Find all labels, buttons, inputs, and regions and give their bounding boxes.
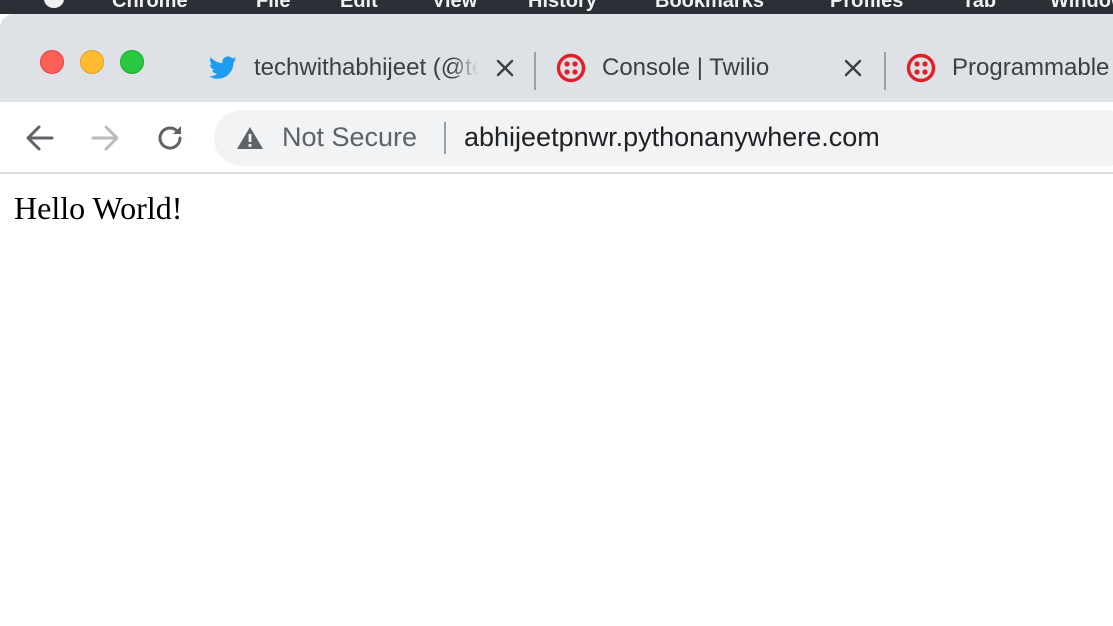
- page-body-text: Hello World!: [14, 190, 183, 226]
- browser-window: techwithabhijeet (@techwithabhijeet) / T…: [0, 14, 1113, 626]
- address-bar[interactable]: Not Secure abhijeetpnwr.pythonanywhere.c…: [214, 110, 1113, 166]
- arrow-right-icon: [91, 125, 119, 151]
- tab-twitter[interactable]: techwithabhijeet (@techwithabhijeet) / T…: [208, 42, 528, 94]
- back-button[interactable]: [22, 120, 58, 156]
- menu-bookmarks[interactable]: Bookmarks: [655, 0, 764, 13]
- forward-button[interactable]: [87, 120, 123, 156]
- tab-title: Console | Twilio: [602, 54, 770, 81]
- tab-separator: [884, 52, 886, 90]
- tab-close-icon[interactable]: [492, 55, 518, 81]
- twitter-bird-icon: [208, 53, 238, 83]
- url-text[interactable]: abhijeetpnwr.pythonanywhere.com: [464, 122, 880, 153]
- menu-app-name[interactable]: Chrome: [112, 0, 188, 13]
- omnibox-divider: [444, 122, 446, 154]
- menu-tab[interactable]: Tab: [962, 0, 996, 13]
- apple-menu-icon[interactable]: [44, 0, 64, 8]
- warning-triangle-icon[interactable]: [236, 126, 264, 150]
- menu-edit[interactable]: Edit: [340, 0, 378, 13]
- twilio-icon: [906, 53, 936, 83]
- menu-file[interactable]: File: [256, 0, 290, 13]
- browser-toolbar: Not Secure abhijeetpnwr.pythonanywhere.c…: [0, 102, 1113, 174]
- page-content: Hello World!: [0, 174, 1113, 626]
- twilio-icon: [556, 53, 586, 83]
- window-maximize-button[interactable]: [120, 50, 144, 74]
- security-status-label[interactable]: Not Secure: [282, 122, 417, 153]
- tab-twilio-console[interactable]: Console | Twilio: [556, 42, 876, 94]
- arrow-left-icon: [26, 125, 54, 151]
- tab-close-icon[interactable]: [840, 55, 866, 81]
- tab-title: Programmable: [952, 54, 1110, 81]
- tab-strip: techwithabhijeet (@techwithabhijeet) / T…: [0, 14, 1113, 102]
- window-minimize-button[interactable]: [80, 50, 104, 74]
- menu-view[interactable]: View: [432, 0, 477, 13]
- reload-button[interactable]: [152, 120, 188, 156]
- tab-title: techwithabhijeet (@techwithabhijeet) / T…: [254, 54, 478, 81]
- reload-icon: [158, 126, 182, 150]
- menu-window[interactable]: Window: [1050, 0, 1113, 13]
- menu-profiles[interactable]: Profiles: [830, 0, 903, 13]
- tab-programmable[interactable]: Programmable: [906, 42, 1113, 94]
- tab-separator: [534, 52, 536, 90]
- window-close-button[interactable]: [40, 50, 64, 74]
- menu-history[interactable]: History: [528, 0, 597, 13]
- macos-menu-bar: Chrome File Edit View History Bookmarks …: [0, 0, 1113, 14]
